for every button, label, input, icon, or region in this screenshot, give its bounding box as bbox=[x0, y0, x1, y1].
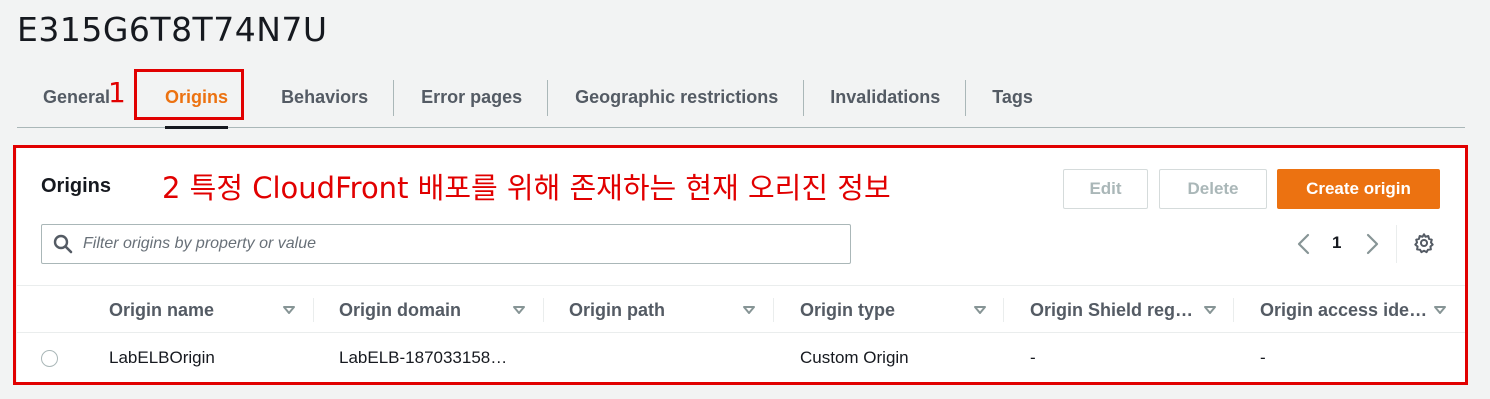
distribution-id-title: E315G6T8T74N7U bbox=[17, 10, 328, 49]
tab-behaviors[interactable]: Behaviors bbox=[281, 68, 368, 127]
tab-error-pages[interactable]: Error pages bbox=[421, 68, 522, 127]
tab-invalidations[interactable]: Invalidations bbox=[830, 68, 940, 127]
tab-divider bbox=[393, 79, 395, 116]
tab-divider bbox=[803, 79, 805, 116]
tab-tags[interactable]: Tags bbox=[992, 68, 1033, 127]
annotation-box-origins-panel bbox=[13, 145, 1468, 385]
annotation-box-origins-tab bbox=[134, 69, 244, 120]
annotation-number-1: 1 bbox=[108, 76, 126, 109]
tab-divider bbox=[547, 79, 549, 116]
tab-divider bbox=[965, 79, 967, 116]
tab-general[interactable]: General bbox=[43, 68, 110, 127]
tab-geographic-restrictions[interactable]: Geographic restrictions bbox=[575, 68, 778, 127]
